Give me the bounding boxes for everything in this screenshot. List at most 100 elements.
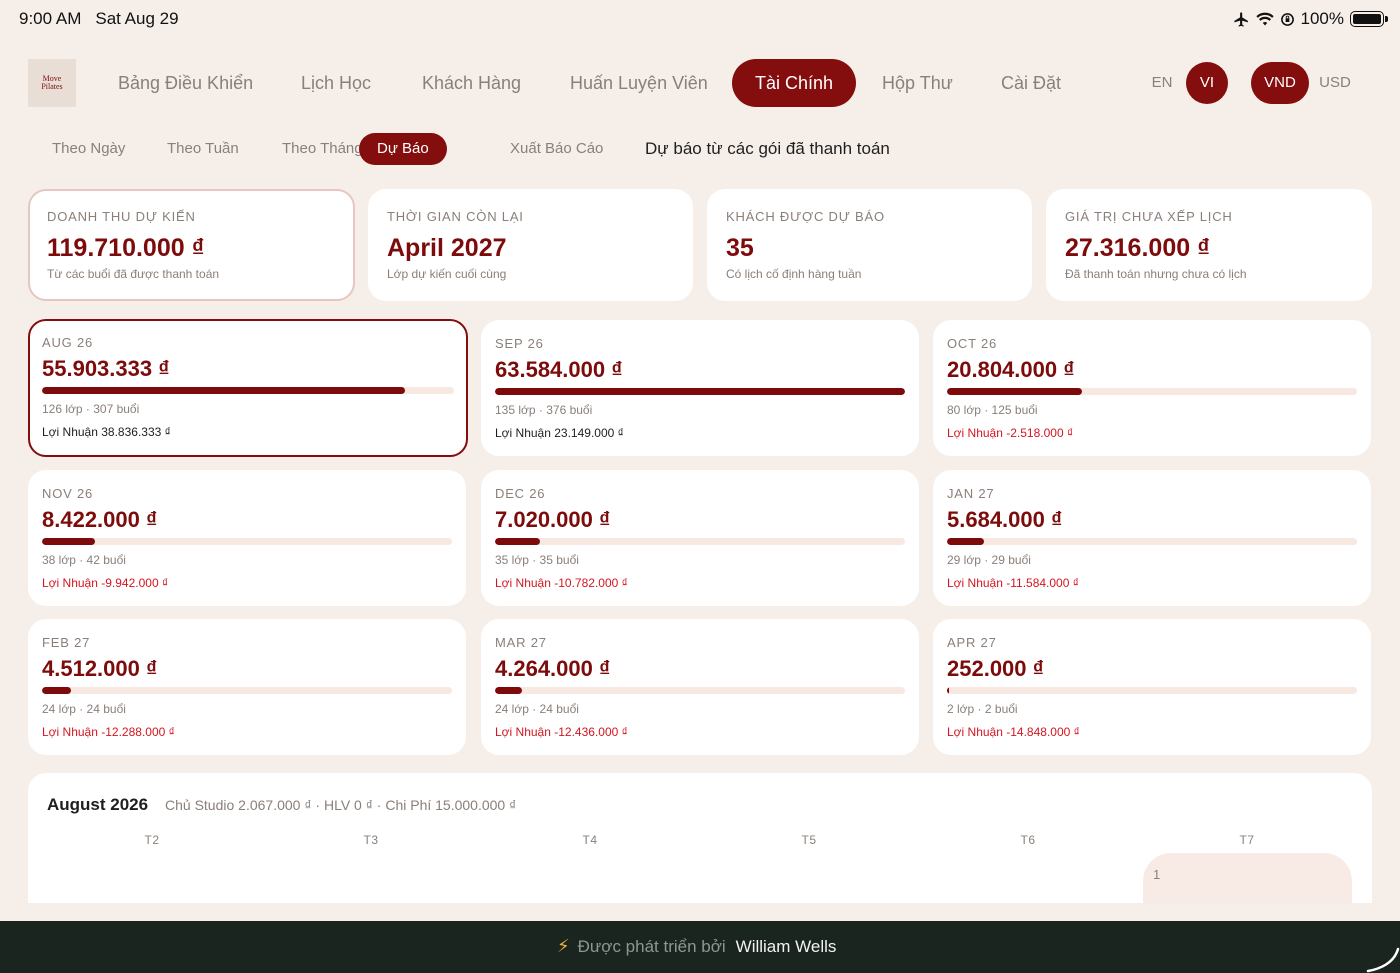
month-calendar: August 2026 Chủ Studio 2.067.000 ₫ · HLV…: [28, 773, 1372, 903]
month-card-nov-26[interactable]: NOV 26 8.422.000 ₫ 38 lớp · 42 buổi Lợi …: [28, 470, 466, 606]
month-classes-sessions: 35 lớp · 35 buổi: [495, 553, 579, 567]
top-nav: Move Pilates Bảng Điều Khiển Lịch Học Kh…: [28, 59, 1372, 107]
summary-subtext: Đã thanh toán nhưng chưa có lịch: [1065, 267, 1247, 281]
month-revenue: 7.020.000 ₫: [495, 507, 611, 532]
month-label: AUG 26: [42, 335, 94, 350]
month-label: MAR 27: [495, 635, 547, 650]
month-progress-bar: [42, 538, 452, 545]
month-label: OCT 26: [947, 336, 998, 351]
month-progress-fill: [42, 387, 405, 394]
nav-schedule[interactable]: Lịch Học: [301, 59, 371, 107]
screen-lock-icon: [1280, 12, 1294, 26]
month-card-sep-26[interactable]: SEP 26 63.584.000 ₫ 135 lớp · 376 buổi L…: [481, 320, 919, 456]
summary-value: 27.316.000 ₫: [1065, 234, 1210, 262]
calendar-title: August 2026: [47, 795, 149, 814]
nav-inbox[interactable]: Hộp Thư: [882, 59, 953, 107]
currency-usd-button[interactable]: USD: [1315, 62, 1355, 104]
month-card-oct-26[interactable]: OCT 26 20.804.000 ₫ 80 lớp · 125 buổi Lợ…: [933, 320, 1371, 456]
month-progress-bar: [947, 687, 1357, 694]
month-label: JAN 27: [947, 486, 995, 501]
month-revenue: 55.903.333 ₫: [42, 356, 170, 381]
summary-subtext: Có lịch cố định hàng tuần: [726, 267, 862, 281]
month-classes-sessions: 2 lớp · 2 buổi: [947, 702, 1018, 716]
currency-vnd-button[interactable]: VND: [1251, 62, 1309, 104]
tab-export-report[interactable]: Xuất Báo Cáo: [510, 133, 603, 165]
month-profit: Lợi Nhuận 38.836.333 ₫: [42, 425, 171, 439]
month-progress-bar: [495, 388, 905, 395]
summary-card-forecast-clients[interactable]: KHÁCH ĐƯỢC DỰ BÁO 35 Có lịch cố định hàn…: [707, 189, 1032, 301]
month-progress-bar: [495, 687, 905, 694]
month-revenue: 8.422.000 ₫: [42, 507, 158, 532]
status-date: Sat Aug 29: [95, 9, 179, 28]
summary-label: DOANH THU DỰ KIẾN: [47, 209, 196, 224]
summary-value: 119.710.000 ₫: [47, 234, 205, 262]
weekday-header: T7: [1239, 833, 1255, 847]
brand-logo-line2: Pilates: [41, 82, 63, 91]
month-classes-sessions: 24 lớp · 24 buổi: [42, 702, 126, 716]
tab-daily[interactable]: Theo Ngày: [52, 133, 125, 165]
month-progress-fill: [42, 687, 71, 694]
tab-forecast[interactable]: Dự Báo: [359, 133, 447, 165]
wifi-icon: [1255, 12, 1274, 25]
month-progress-fill: [947, 687, 949, 694]
summary-card-expected-revenue[interactable]: DOANH THU DỰ KIẾN 119.710.000 ₫ Từ các b…: [28, 189, 355, 301]
month-revenue: 4.512.000 ₫: [42, 656, 158, 681]
month-card-apr-27[interactable]: APR 27 252.000 ₫ 2 lớp · 2 buổi Lợi Nhuậ…: [933, 619, 1371, 755]
summary-card-unscheduled-value[interactable]: GIÁ TRỊ CHƯA XẾP LỊCH 27.316.000 ₫ Đã th…: [1046, 189, 1372, 301]
status-time: 9:00 AM Sat Aug 29: [19, 9, 193, 29]
footer-credit: ⚡ Được phát triển bởi William Wells: [557, 936, 836, 957]
month-label: SEP 26: [495, 336, 544, 351]
battery-icon: [1350, 11, 1388, 27]
developer-name[interactable]: William Wells: [736, 937, 837, 957]
month-revenue: 5.684.000 ₫: [947, 507, 1063, 532]
lang-vi-button[interactable]: VI: [1186, 62, 1228, 104]
nav-dashboard[interactable]: Bảng Điều Khiển: [118, 59, 253, 107]
status-icons: 100%: [1233, 9, 1388, 29]
month-card-mar-27[interactable]: MAR 27 4.264.000 ₫ 24 lớp · 24 buổi Lợi …: [481, 619, 919, 755]
nav-settings[interactable]: Cài Đặt: [1001, 59, 1061, 107]
month-profit: Lợi Nhuận -12.288.000 ₫: [42, 725, 175, 739]
month-classes-sessions: 38 lớp · 42 buổi: [42, 553, 126, 567]
battery-percent: 100%: [1300, 9, 1344, 28]
brand-logo[interactable]: Move Pilates: [28, 59, 76, 107]
month-label: NOV 26: [42, 486, 94, 501]
month-profit: Lợi Nhuận -11.584.000 ₫: [947, 576, 1079, 590]
month-label: DEC 26: [495, 486, 546, 501]
month-profit: Lợi Nhuận 23.149.000 ₫: [495, 426, 624, 440]
month-card-feb-27[interactable]: FEB 27 4.512.000 ₫ 24 lớp · 24 buổi Lợi …: [28, 619, 466, 755]
month-label: FEB 27: [42, 635, 91, 650]
month-progress-bar: [42, 687, 452, 694]
weekday-header: T6: [1020, 833, 1036, 847]
home-indicator-icon: [1366, 947, 1400, 973]
summary-card-time-remaining[interactable]: THỜI GIAN CÒN LẠI April 2027 Lớp dự kiến…: [368, 189, 693, 301]
tab-weekly[interactable]: Theo Tuần: [167, 133, 239, 165]
month-profit: Lợi Nhuận -12.436.000 ₫: [495, 725, 628, 739]
calendar-summary: Chủ Studio 2.067.000 ₫ · HLV 0 ₫ · Chi P…: [165, 797, 517, 813]
summary-label: THỜI GIAN CÒN LẠI: [387, 209, 524, 224]
finance-subnav: Theo Ngày Theo Tuần Theo Tháng Dự Báo Xu…: [28, 133, 1028, 165]
calendar-day-cell[interactable]: 1: [1143, 853, 1352, 903]
month-revenue: 20.804.000 ₫: [947, 357, 1075, 382]
month-progress-fill: [495, 538, 541, 545]
lang-en-button[interactable]: EN: [1146, 62, 1178, 104]
nav-clients[interactable]: Khách Hàng: [422, 59, 521, 107]
tab-monthly[interactable]: Theo Tháng: [282, 133, 363, 165]
month-card-aug-26[interactable]: AUG 26 55.903.333 ₫ 126 lớp · 307 buổi L…: [28, 319, 468, 457]
month-profit: Lợi Nhuận -14.848.000 ₫: [947, 725, 1080, 739]
nav-finance[interactable]: Tài Chính: [732, 59, 857, 107]
summary-subtext: Lớp dự kiến cuối cùng: [387, 267, 507, 281]
month-classes-sessions: 126 lớp · 307 buổi: [42, 402, 140, 416]
weekday-header: T4: [582, 833, 598, 847]
month-classes-sessions: 135 lớp · 376 buổi: [495, 403, 593, 417]
month-card-jan-27[interactable]: JAN 27 5.684.000 ₫ 29 lớp · 29 buổi Lợi …: [933, 470, 1371, 606]
weekday-header: T2: [144, 833, 160, 847]
month-progress-fill: [495, 687, 523, 694]
summary-value: April 2027: [387, 234, 507, 262]
nav-trainers[interactable]: Huấn Luyện Viên: [570, 59, 708, 107]
month-label: APR 27: [947, 635, 997, 650]
month-progress-fill: [947, 538, 984, 545]
footer: ⚡ Được phát triển bởi William Wells: [0, 921, 1400, 973]
month-classes-sessions: 24 lớp · 24 buổi: [495, 702, 579, 716]
month-profit: Lợi Nhuận -10.782.000 ₫: [495, 576, 628, 590]
month-card-dec-26[interactable]: DEC 26 7.020.000 ₫ 35 lớp · 35 buổi Lợi …: [481, 470, 919, 606]
